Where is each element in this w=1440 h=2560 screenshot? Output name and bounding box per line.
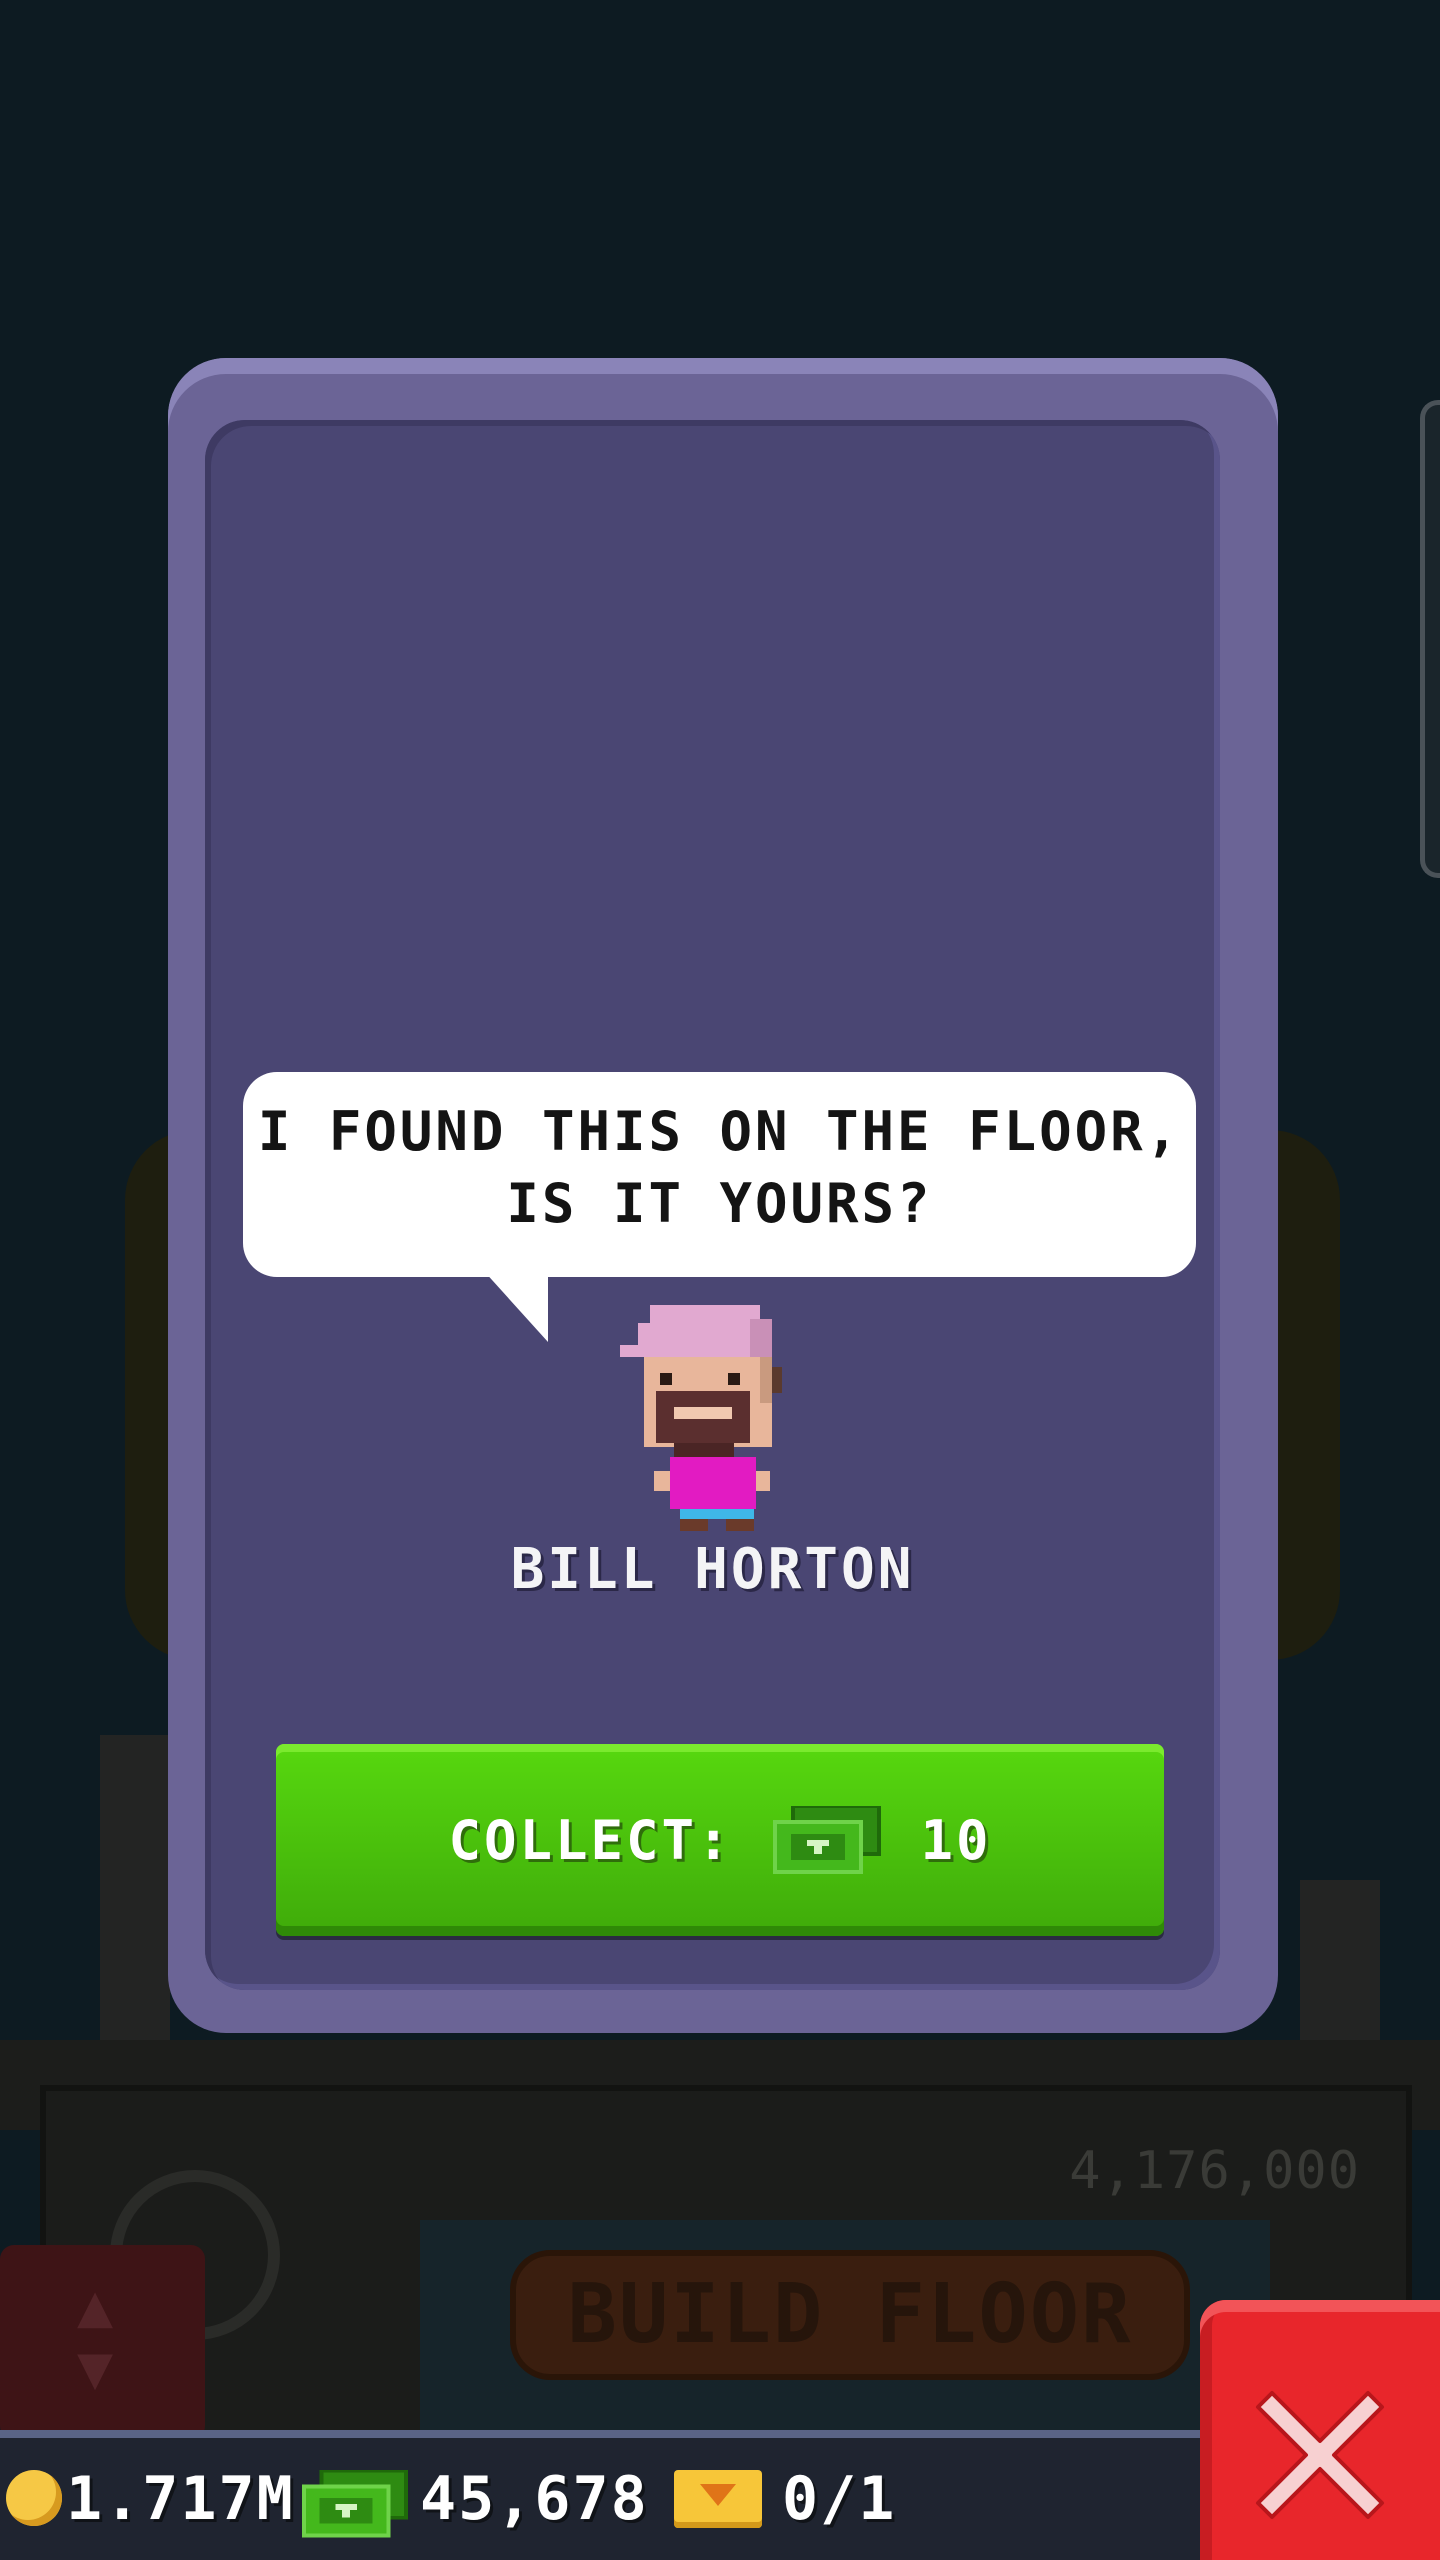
build-floor-button: BUILD FLOOR — [510, 2250, 1190, 2380]
collect-label: COLLECT: — [448, 1808, 733, 1872]
bux-icon — [772, 1806, 881, 1874]
side-scroll-handle — [1420, 400, 1440, 878]
close-button[interactable] — [1200, 2300, 1440, 2560]
bux-icon — [302, 2470, 408, 2538]
bux-count: 45,678 — [420, 2464, 649, 2534]
speech-bubble-tail — [483, 1270, 548, 1342]
collect-button[interactable]: COLLECT: 10 — [276, 1744, 1164, 1936]
coins-count: 1.717M — [66, 2464, 295, 2534]
close-icon — [1256, 2391, 1384, 2519]
character-name: BILL HORTON — [510, 1537, 915, 1602]
building-price: 4,176,000 — [1069, 2141, 1360, 2201]
up-down-arrows-icon: ▲ ▼ — [76, 2271, 114, 2403]
bitizen-character-icon — [620, 1305, 782, 1531]
collect-amount: 10 — [920, 1808, 992, 1872]
golden-ticket-icon — [674, 2470, 762, 2528]
coin-icon — [6, 2470, 62, 2526]
speech-text: I FOUND THIS ON THE FLOOR, IS IT YOURS? — [257, 1100, 1182, 1235]
tickets-count: 0/1 — [782, 2464, 897, 2534]
